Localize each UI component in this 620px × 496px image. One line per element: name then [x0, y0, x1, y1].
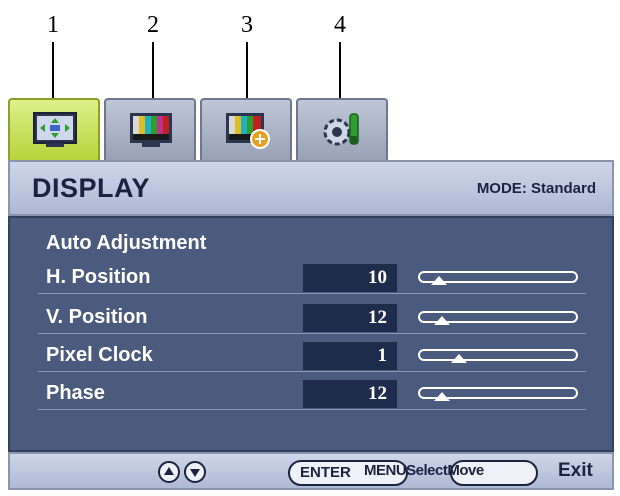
slider-track[interactable]: [418, 349, 578, 363]
tab-picture[interactable]: [104, 98, 196, 160]
slider-thumb[interactable]: [433, 392, 450, 401]
value-box: 10: [303, 264, 397, 292]
menu-item-auto-adjustment[interactable]: Auto Adjustment: [38, 226, 586, 260]
callout-line-1: [52, 42, 54, 98]
down-button[interactable]: [184, 461, 206, 483]
color-bars-plus-icon: [224, 110, 270, 150]
menu-item-label: H. Position: [46, 266, 151, 288]
tab-display[interactable]: [8, 98, 100, 160]
menu-item-pixel-clock[interactable]: Pixel Clock 1: [38, 338, 586, 372]
menu-item-label: V. Position: [46, 306, 148, 328]
menu-item-label: Phase: [46, 382, 105, 404]
slider-thumb[interactable]: [433, 316, 450, 325]
tab-picture-advanced[interactable]: [200, 98, 292, 160]
callout-line-3: [246, 42, 248, 98]
mode-indicator: MODE: Standard: [476, 180, 596, 197]
color-bars-icon: [128, 110, 174, 150]
arrow-up-icon: [164, 467, 174, 475]
value-box: 12: [303, 380, 397, 408]
up-button[interactable]: [158, 461, 180, 483]
arrow-down-icon: [190, 469, 200, 477]
divider: [38, 293, 586, 294]
menu-item-phase[interactable]: Phase 12: [38, 376, 586, 410]
callout-line-4: [339, 42, 341, 98]
slider-thumb[interactable]: [451, 354, 467, 363]
menu-item-label: Auto Adjustment: [46, 232, 207, 254]
tab-system[interactable]: [296, 98, 388, 160]
display-arrows-icon: [32, 110, 78, 150]
menu-item-label: Pixel Clock: [46, 344, 153, 366]
menu-item-h-position[interactable]: H. Position 10: [38, 260, 586, 294]
menu-item-v-position[interactable]: V. Position 12: [38, 300, 586, 334]
callout-number-4: 4: [334, 12, 346, 38]
slider-track[interactable]: [418, 311, 578, 325]
callout-line-2: [152, 42, 154, 98]
divider: [38, 409, 586, 410]
enter-label: ENTER: [300, 464, 351, 481]
slider-thumb[interactable]: [430, 276, 447, 285]
value-box: 1: [303, 342, 397, 370]
menu-header: DISPLAY MODE: Standard: [8, 160, 614, 216]
slider-track[interactable]: [418, 387, 578, 401]
callout-number-1: 1: [47, 12, 59, 38]
value-box: 12: [303, 304, 397, 332]
callout-number-2: 2: [147, 12, 159, 38]
callout-number-3: 3: [241, 12, 253, 38]
overlapping-label: MENUSelectMove: [364, 462, 484, 479]
gear-wrench-icon: [320, 110, 366, 150]
page-title: DISPLAY: [32, 173, 151, 203]
divider: [38, 333, 586, 334]
slider-track[interactable]: [418, 271, 578, 285]
divider: [38, 371, 586, 372]
menu-panel: Auto Adjustment H. Position 10 V. Positi…: [8, 216, 614, 452]
menu-footer: ENTER MENUSelectMove Exit: [8, 452, 614, 490]
exit-button[interactable]: Exit: [558, 460, 593, 482]
